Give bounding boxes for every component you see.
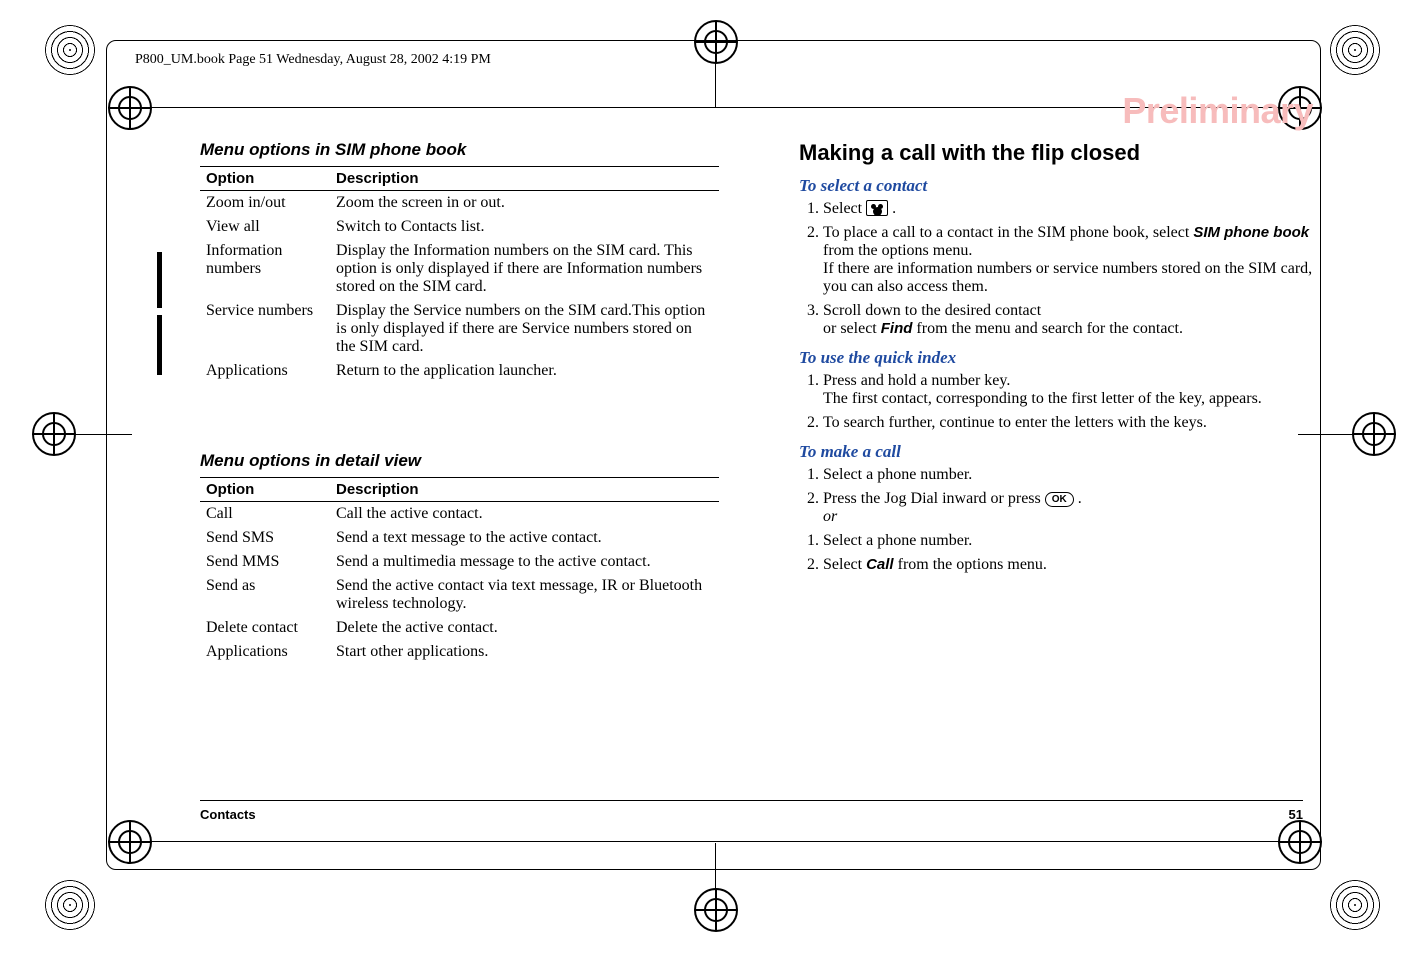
table-row: Information numbersDisplay the Informati… — [200, 239, 719, 299]
cell-option: Call — [200, 502, 330, 527]
th-description: Description — [330, 167, 719, 191]
cell-option: Send as — [200, 574, 330, 616]
list-item: Select a phone number. — [823, 532, 1318, 550]
cell-desc: Delete the active contact. — [330, 616, 719, 640]
text: Select a phone number. — [823, 466, 972, 483]
running-header-text: P800_UM.book Page 51 Wednesday, August 2… — [135, 52, 491, 67]
section-title-detail-view: Menu options in detail view — [200, 451, 719, 471]
text: Select a phone number. — [823, 532, 972, 549]
table-row: ApplicationsStart other applications. — [200, 640, 719, 664]
steps-make-call-b: Select a phone number. Select Call from … — [799, 532, 1318, 574]
crop-mark-radial-tl — [45, 25, 95, 75]
cell-option: Send MMS — [200, 550, 330, 574]
text: from the options menu. — [898, 556, 1047, 573]
th-option: Option — [200, 167, 330, 191]
cell-desc: Send the active contact via text message… — [330, 574, 719, 616]
cell-desc: Display the Information numbers on the S… — [330, 239, 719, 299]
crop-mark-radial-tr — [1330, 25, 1380, 75]
crosshair-bottom-center — [694, 888, 738, 932]
table-sim-phonebook: Option Description Zoom in/outZoom the s… — [200, 166, 719, 383]
right-column: Making a call with the flip closed To se… — [799, 140, 1318, 664]
table-row: CallCall the active contact. — [200, 502, 719, 527]
table-detail-view: Option Description CallCall the active c… — [200, 477, 719, 664]
list-item: Press and hold a number key. The first c… — [823, 372, 1318, 408]
cell-option: Zoom in/out — [200, 191, 330, 216]
bold-term: SIM phone book — [1193, 224, 1309, 241]
subheading-to-make-a-call: To make a call — [799, 442, 1318, 462]
text: To place a call to a contact in the SIM … — [823, 224, 1193, 241]
content: Menu options in SIM phone book Option De… — [200, 140, 1318, 664]
list-item: Scroll down to the desired contact or se… — [823, 302, 1318, 338]
text: Scroll down to the desired contact — [823, 302, 1041, 319]
steps-select-contact: Select . To place a call to a contact in… — [799, 200, 1318, 338]
ok-button-icon: OK — [1045, 492, 1074, 507]
cell-option: View all — [200, 215, 330, 239]
text: Press and hold a number key. — [823, 372, 1010, 389]
table-row: View allSwitch to Contacts list. — [200, 215, 719, 239]
cell-desc: Display the Service numbers on the SIM c… — [330, 299, 719, 359]
cell-option: Send SMS — [200, 526, 330, 550]
table-row: Service numbersDisplay the Service numbe… — [200, 299, 719, 359]
cell-desc: Call the active contact. — [330, 502, 719, 527]
th-description: Description — [330, 478, 719, 502]
footer-section: Contacts — [200, 807, 256, 822]
table-row: Send MMSSend a multimedia message to the… — [200, 550, 719, 574]
table-row: Delete contactDelete the active contact. — [200, 616, 719, 640]
text: from the options menu. — [823, 242, 972, 259]
change-bar — [157, 252, 162, 308]
crop-mark-radial-br — [1330, 880, 1380, 930]
left-column: Menu options in SIM phone book Option De… — [200, 140, 719, 664]
steps-make-call-a: Select a phone number. Press the Jog Dia… — [799, 466, 1318, 526]
section-title-sim-phonebook: Menu options in SIM phone book — [200, 140, 719, 160]
cell-option: Applications — [200, 640, 330, 664]
table-row: Send SMSSend a text message to the activ… — [200, 526, 719, 550]
cell-desc: Switch to Contacts list. — [330, 215, 719, 239]
contacts-icon — [866, 200, 888, 216]
crop-mark-radial-bl — [45, 880, 95, 930]
table-row: Send asSend the active contact via text … — [200, 574, 719, 616]
page-footer: Contacts 51 — [200, 800, 1303, 822]
text: If there are information numbers or serv… — [823, 260, 1318, 296]
cell-desc: Send a text message to the active contac… — [330, 526, 719, 550]
bold-term: Find — [881, 320, 913, 337]
footer-page-number: 51 — [1289, 807, 1303, 822]
cell-option: Service numbers — [200, 299, 330, 359]
running-header: P800_UM.book Page 51 Wednesday, August 2… — [135, 52, 491, 68]
table-row: Zoom in/outZoom the screen in or out. — [200, 191, 719, 216]
cell-option: Delete contact — [200, 616, 330, 640]
heading-making-a-call: Making a call with the flip closed — [799, 140, 1318, 166]
table-row: ApplicationsReturn to the application la… — [200, 359, 719, 383]
change-bar — [157, 315, 162, 375]
text: from the menu and search for the contact… — [916, 320, 1183, 337]
text: Select — [823, 556, 866, 573]
text: To search further, continue to enter the… — [823, 414, 1207, 431]
cell-desc: Zoom the screen in or out. — [330, 191, 719, 216]
cell-desc: Send a multimedia message to the active … — [330, 550, 719, 574]
th-option: Option — [200, 478, 330, 502]
bold-term: Call — [866, 556, 894, 573]
text-or: or — [823, 508, 1318, 526]
subheading-quick-index: To use the quick index — [799, 348, 1318, 368]
text: . — [892, 200, 896, 217]
list-item: To search further, continue to enter the… — [823, 414, 1318, 432]
list-item: Select a phone number. — [823, 466, 1318, 484]
list-item: Select . — [823, 200, 1318, 218]
text: or select — [823, 320, 881, 337]
text: The first contact, corresponding to the … — [823, 390, 1318, 408]
cell-option: Information numbers — [200, 239, 330, 299]
list-item: Select Call from the options menu. — [823, 556, 1318, 574]
cell-desc: Start other applications. — [330, 640, 719, 664]
steps-quick-index: Press and hold a number key. The first c… — [799, 372, 1318, 432]
list-item: To place a call to a contact in the SIM … — [823, 224, 1318, 296]
cell-option: Applications — [200, 359, 330, 383]
text: Press the Jog Dial inward or press — [823, 490, 1045, 507]
watermark-preliminary: Preliminary — [1122, 90, 1313, 132]
text: Select — [823, 200, 866, 217]
cell-desc: Return to the application launcher. — [330, 359, 719, 383]
list-item: Press the Jog Dial inward or press OK . … — [823, 490, 1318, 526]
text: . — [1078, 490, 1082, 507]
subheading-to-select-contact: To select a contact — [799, 176, 1318, 196]
